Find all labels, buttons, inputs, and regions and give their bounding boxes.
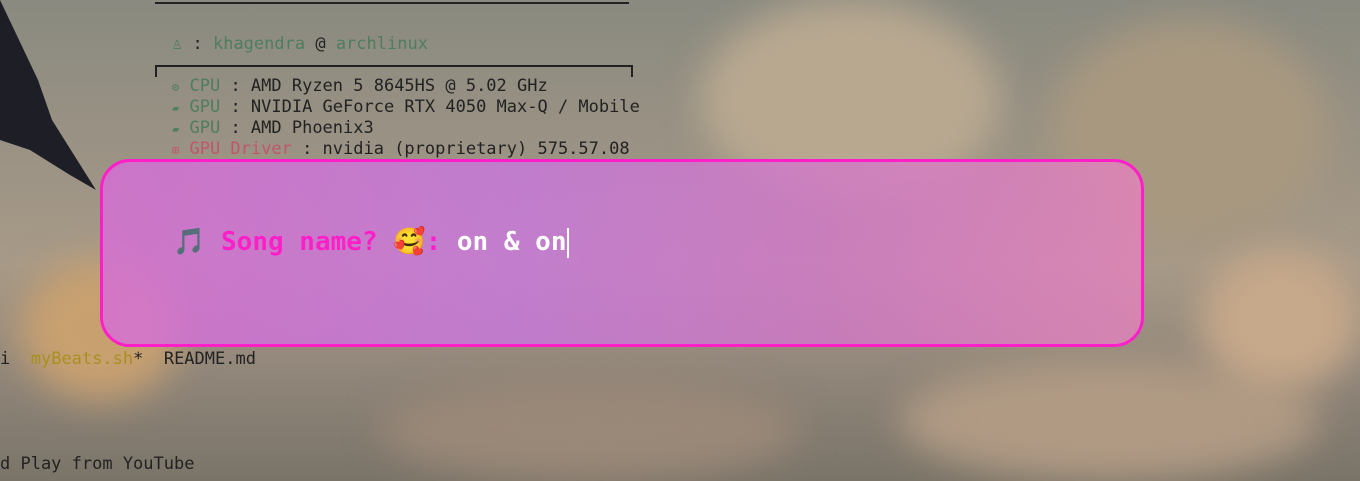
driver-icon: ⊞	[172, 143, 180, 157]
spec-key: CPU	[189, 76, 221, 96]
prompt-colon: :	[425, 227, 457, 257]
gpu-icon: ▰	[172, 101, 180, 115]
spec-row-gpu-amd: ▰ GPU : AMD Phoenix3	[172, 118, 374, 140]
spec-row-cpu: ⚙ CPU : AMD Ryzen 5 8645HS @ 5.02 GHz	[172, 76, 548, 98]
prompt-label: Song name?	[221, 227, 394, 257]
spec-row-gpu-nvidia: ▰ GPU : NVIDIA GeForce RTX 4050 Max-Q / …	[172, 97, 640, 119]
file-readme[interactable]: README.md	[164, 349, 256, 369]
spec-key: GPU	[189, 118, 221, 138]
song-prompt-line: 🎵 Song name? 🥰: on & on	[173, 224, 570, 260]
music-note-icon: 🎵	[173, 227, 206, 257]
song-prompt-dialog[interactable]: 🎵 Song name? 🥰: on & on	[100, 159, 1144, 347]
executable-marker: *	[133, 349, 144, 369]
spec-value: : NVIDIA GeForce RTX 4050 Max-Q / Mobile	[220, 97, 640, 117]
ls-output-line: i myBeats.sh* README.md	[0, 349, 256, 370]
spec-value: : AMD Ryzen 5 8645HS @ 5.02 GHz	[220, 76, 548, 96]
song-name-input[interactable]: on & on	[457, 227, 567, 257]
cpu-icon: ⚙	[172, 80, 180, 94]
file-partial: i	[0, 349, 11, 369]
hostname: archlinux	[335, 34, 428, 54]
username: khagendra	[212, 34, 306, 54]
anime-silhouette-graphic	[0, 0, 96, 190]
spec-row-gpu-driver: ⊞ GPU Driver : nvidia (proprietary) 575.…	[172, 139, 630, 161]
spec-key: GPU Driver	[189, 139, 292, 159]
user-icon: ♙	[172, 34, 183, 54]
spec-key: GPU	[189, 97, 221, 117]
gpu-icon: ▰	[172, 122, 180, 136]
bottom-terminal-line: d Play from YouTube	[0, 454, 195, 474]
user-separator: :	[182, 34, 213, 54]
at-sign: @	[305, 34, 336, 54]
spec-value: : nvidia (proprietary) 575.57.08	[291, 139, 630, 159]
spec-value: : AMD Phoenix3	[220, 118, 374, 138]
fastfetch-user-line: ♙ : khagendra @ archlinux	[172, 34, 428, 55]
text-cursor	[567, 227, 570, 258]
fastfetch-top-border	[155, 0, 629, 4]
file-mybeats[interactable]: myBeats.sh	[31, 349, 133, 369]
smiling-hearts-emoji-icon: 🥰	[393, 227, 426, 257]
